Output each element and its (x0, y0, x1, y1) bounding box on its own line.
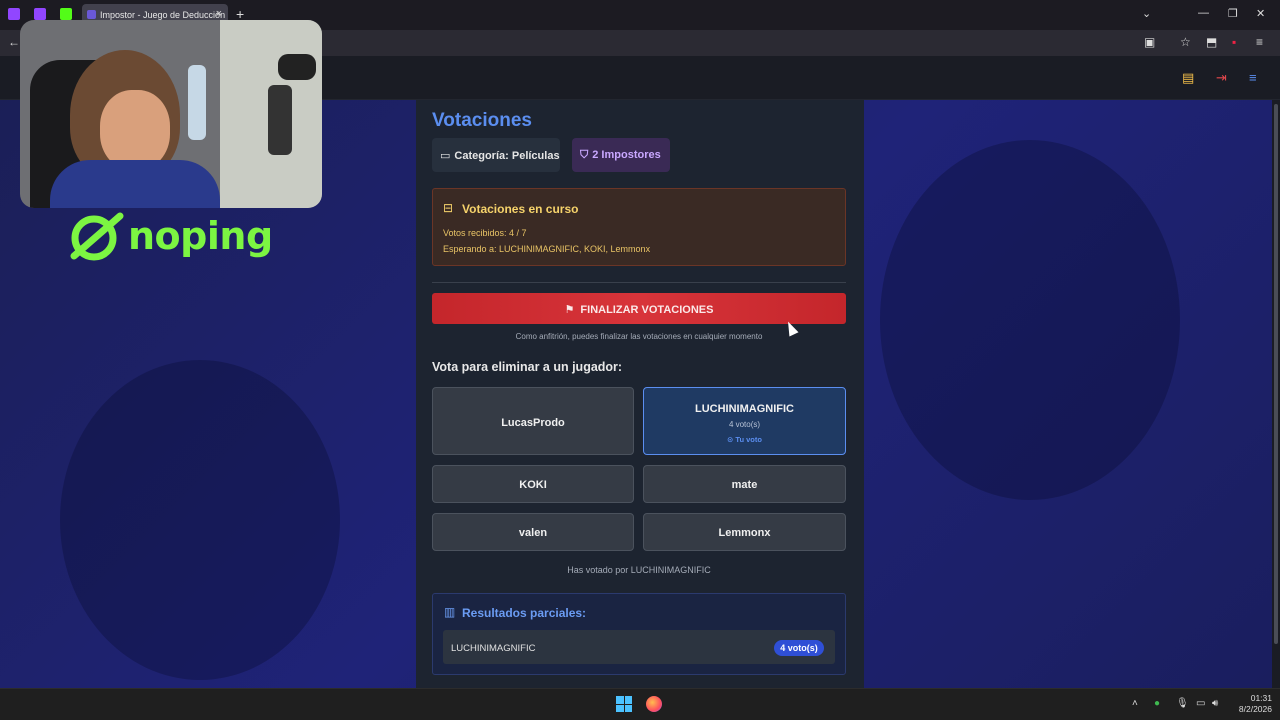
ballot-icon: ⊟ (443, 201, 454, 215)
finalize-voting-button[interactable]: ⚑ FINALIZAR VOTACIONES (432, 293, 846, 324)
firefox-taskbar-icon[interactable] (646, 696, 662, 712)
flag-icon: ⚑ (564, 304, 575, 316)
tab-favicon-icon (87, 10, 96, 19)
back-arrow-icon[interactable]: ← (8, 35, 20, 49)
page-scrollbar-thumb[interactable] (1274, 104, 1278, 644)
twitch-tab-icon[interactable] (34, 8, 46, 20)
player-name: KOKI (519, 479, 547, 491)
waiting-for-text: Esperando a: LUCHINIMAGNIFIC, KOKI, Lemm… (443, 244, 651, 254)
microphone-icon[interactable]: 🎙︎ (1176, 698, 1189, 709)
close-window-button[interactable]: ✕ (1256, 7, 1265, 20)
divider (432, 282, 846, 283)
game-icon[interactable]: ▤ (1182, 70, 1194, 86)
voting-status-box (432, 188, 846, 266)
volume-icon[interactable]: 🔊︎ (1212, 698, 1218, 709)
result-vote-badge: 4 voto(s) (774, 640, 824, 656)
logout-icon[interactable]: ⇥ (1216, 70, 1227, 86)
bookmark-star-icon[interactable]: ☆ (1180, 35, 1191, 49)
tab-list-dropdown-icon[interactable]: ⌄ (1142, 7, 1151, 20)
voted-note: Has votado por LUCHINIMAGNIFIC (567, 565, 711, 575)
cam-water-bottle (188, 65, 206, 140)
category-label: Categoría: Películas (454, 150, 560, 162)
player-card-valen[interactable]: valen (432, 513, 634, 551)
webcam-overlay (20, 20, 322, 208)
browser-menu-icon[interactable]: ≡ (1256, 35, 1263, 49)
clock-date: 8/2/2026 (1238, 704, 1272, 714)
player-name: Lemmonx (718, 527, 771, 539)
cam-person-face (100, 90, 170, 170)
cam-person-shirt (50, 160, 220, 208)
folder-icon: ▭ (440, 150, 451, 162)
cam-thermos (268, 85, 292, 155)
tray-chevron-icon[interactable]: ˄ (1132, 698, 1138, 709)
impostors-chip: ⛉ 2 Impostores (572, 138, 670, 172)
shield-icon: ⛉ (580, 149, 589, 161)
host-note: Como anfitrión, puedes finalizar las vot… (515, 332, 763, 341)
reader-view-icon[interactable]: ▣ (1144, 35, 1155, 49)
tab-close-icon[interactable]: × (216, 8, 222, 20)
addon-icon[interactable]: ▪ (1232, 35, 1236, 49)
impostors-label: 2 Impostores (592, 149, 661, 161)
tray-app-icon[interactable]: ● (1154, 698, 1160, 709)
player-card-lemmonx[interactable]: Lemmonx (643, 513, 846, 551)
taskbar (0, 688, 1280, 720)
voting-status-title: Votaciones en curso (462, 202, 579, 216)
minimize-button[interactable]: — (1198, 7, 1209, 19)
kick-tab-icon[interactable] (60, 8, 72, 20)
player-card-mate[interactable]: mate (643, 465, 846, 503)
bar-chart-icon: ▥ (444, 605, 456, 619)
player-name: valen (518, 527, 548, 539)
partial-results-title: Resultados parciales: (462, 606, 587, 620)
finalize-label: FINALIZAR VOTACIONES (580, 304, 714, 316)
windows-start-icon[interactable] (616, 696, 632, 712)
player-name: LUCHINIMAGNIFIC (695, 403, 794, 415)
theater-mask-decoration (60, 360, 340, 680)
votes-received-text: Votos recibidos: 4 / 7 (443, 228, 527, 238)
menu-icon[interactable]: ≡ (1249, 70, 1257, 85)
player-name: mate (731, 479, 758, 491)
your-vote-indicator: ⊙ Tu voto (727, 435, 762, 444)
vote-heading: Vota para eliminar a un jugador: (432, 360, 623, 374)
cam-game-controller (278, 54, 316, 80)
taskbar-clock[interactable]: 01:31 8/2/2026 (1226, 693, 1272, 715)
player-vote-count: 4 voto(s) (728, 420, 761, 429)
restore-button[interactable]: ❐ (1228, 7, 1238, 20)
result-player-name: LUCHINIMAGNIFIC (451, 643, 536, 654)
noping-logo-text: noping (128, 214, 273, 258)
twitch-tab-icon[interactable] (8, 8, 20, 20)
player-card-koki[interactable]: KOKI (432, 465, 634, 503)
category-chip: ▭ Categoría: Películas (432, 138, 560, 172)
theater-mask-decoration (880, 140, 1180, 500)
player-card-lucasprodo[interactable]: LucasProdo (432, 387, 634, 455)
extensions-icon[interactable]: ⬒ (1206, 35, 1217, 49)
page-title: Votaciones (432, 110, 532, 131)
tab-title: Impostor - Juego de Deducción (100, 10, 226, 20)
clock-time: 01:31 (1250, 693, 1272, 703)
noping-logo-icon (70, 212, 124, 261)
player-name: LucasProdo (501, 417, 565, 429)
player-card-luchinimagnific[interactable]: LUCHINIMAGNIFIC 4 voto(s) ⊙ Tu voto (643, 387, 846, 455)
network-icon[interactable]: ▭ (1196, 698, 1205, 709)
